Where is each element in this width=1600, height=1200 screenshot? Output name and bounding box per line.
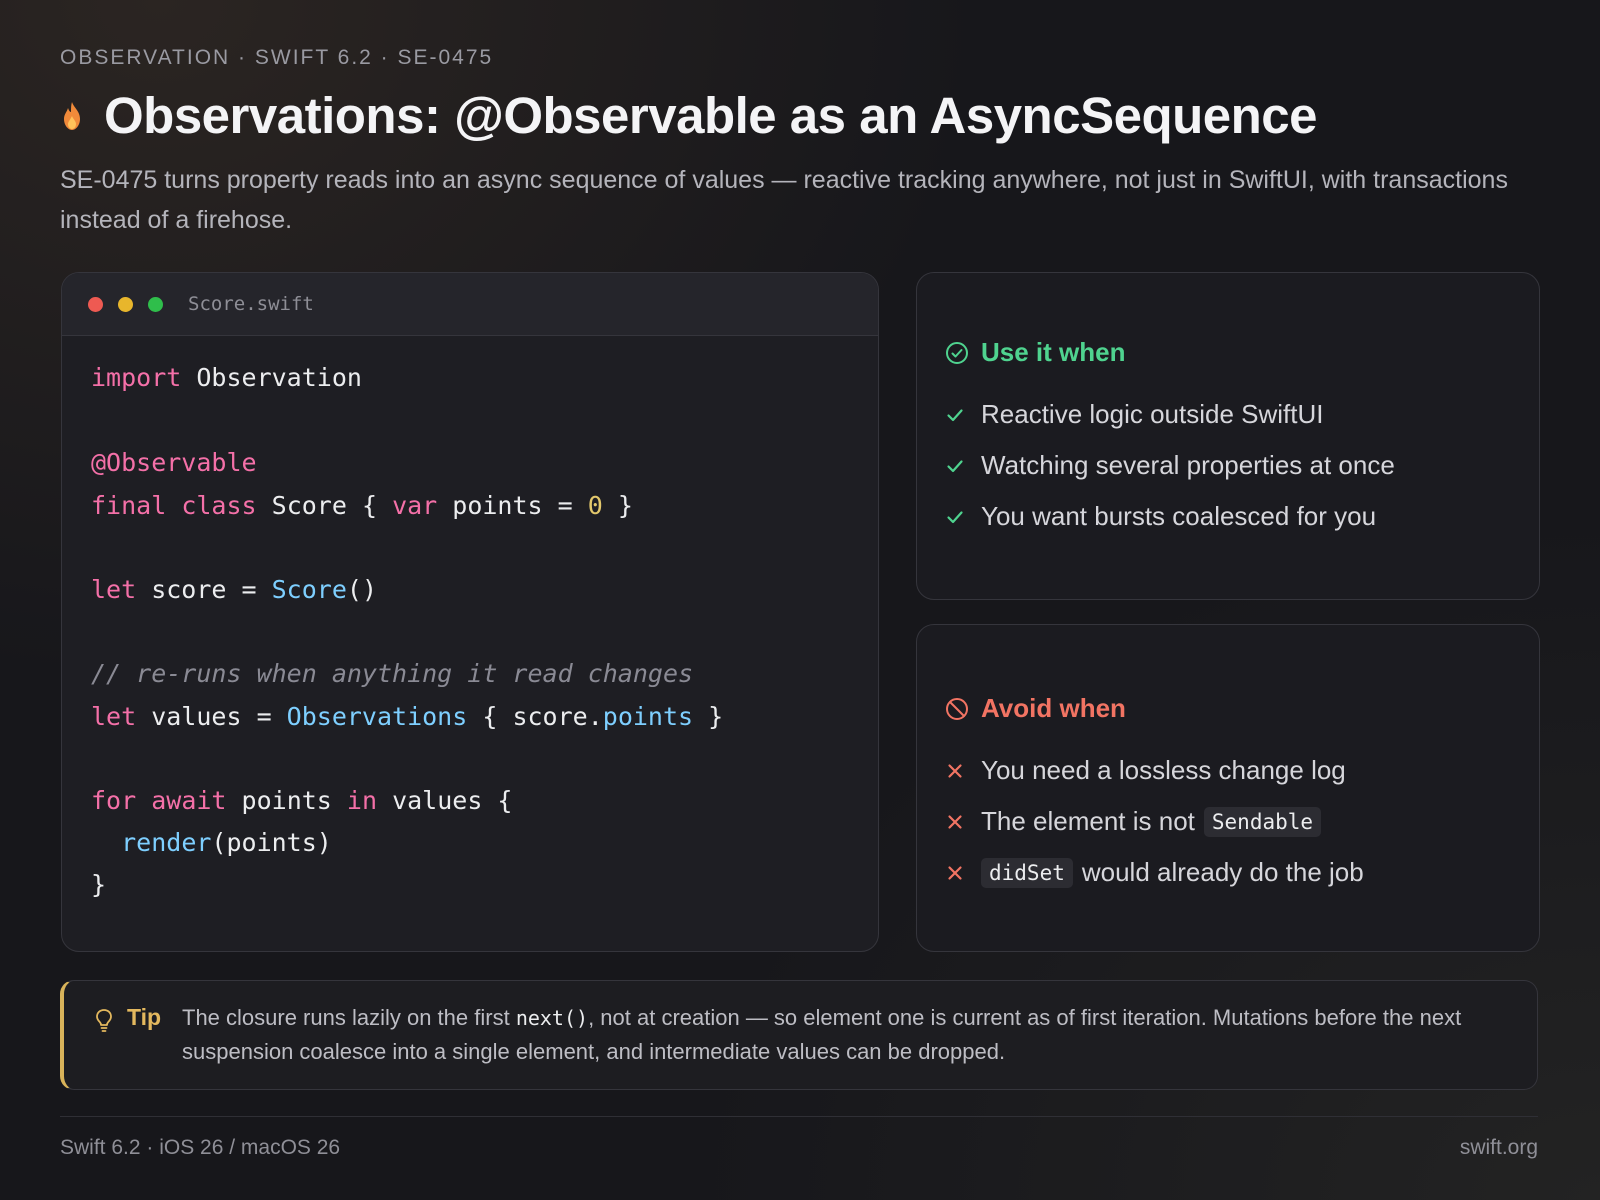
footer-link-swift-org[interactable]: swift.org xyxy=(1460,1136,1538,1160)
use-list-item: Watching several properties at once xyxy=(945,440,1395,491)
footer-divider xyxy=(60,1116,1538,1117)
code-token: for xyxy=(91,786,137,815)
check-icon xyxy=(947,459,963,472)
inline-code-next: next() xyxy=(515,1006,589,1030)
inline-code-didset: didSet xyxy=(981,857,1073,888)
use-panel-title: Use it when xyxy=(981,337,1126,367)
code-token: Observations xyxy=(286,702,468,731)
footer-platforms: Swift 6.2 · iOS 26 / macOS 26 xyxy=(60,1136,341,1159)
tip-label: Tip xyxy=(127,1004,162,1030)
code-window: Score.swift import Observation @Observab… xyxy=(61,272,879,952)
code-token: } xyxy=(693,702,724,731)
code-token: points xyxy=(226,786,347,815)
window-zoom-dot[interactable] xyxy=(148,296,163,312)
code-token: @Observable xyxy=(91,448,257,477)
code-line: // re-runs when anything it read changes xyxy=(91,659,693,688)
code-token: Observation xyxy=(181,363,362,392)
lightbulb-icon xyxy=(96,1009,112,1032)
code-token: let xyxy=(91,702,137,731)
code-token: (points) xyxy=(211,828,332,857)
code-token: points xyxy=(602,702,694,731)
use-list-item: Reactive logic outside SwiftUI xyxy=(945,389,1395,440)
code-line: let score = Score() xyxy=(91,575,377,604)
avoid-item-text: The element is not xyxy=(981,806,1195,836)
avoid-item-text: You need a lossless change log xyxy=(981,755,1346,785)
code-token: var xyxy=(392,491,438,520)
cross-icon xyxy=(948,865,962,880)
code-window-titlebar: Score.swift xyxy=(62,273,878,336)
avoid-when-panel: Avoid when You need a lossless change lo… xyxy=(916,624,1540,952)
code-token: values = xyxy=(136,702,287,731)
title-row: Observations: @Observable as an AsyncSeq… xyxy=(60,86,1318,145)
code-token: await xyxy=(151,786,227,815)
code-token: // re-runs when anything it read changes xyxy=(91,659,694,688)
use-item-text: Reactive logic outside SwiftUI xyxy=(981,399,1324,429)
use-panel-heading: Use it when xyxy=(945,337,1125,368)
code-token: { score. xyxy=(467,702,603,731)
check-circle-icon xyxy=(946,341,968,364)
use-item-text: You want bursts coalesced for you xyxy=(981,501,1377,531)
code-filename: Score.swift xyxy=(188,293,314,315)
use-it-when-panel: Use it when Reactive logic outside Swift… xyxy=(916,272,1540,600)
code-token: 0 xyxy=(587,491,603,520)
code-token: } xyxy=(91,870,107,899)
code-line: render(points) xyxy=(91,828,332,857)
code-token: points = xyxy=(437,491,588,520)
code-token: Score { xyxy=(256,491,393,520)
prohibited-icon xyxy=(946,697,968,720)
code-line: for await points in values { xyxy=(91,786,512,815)
check-icon xyxy=(947,408,963,421)
inline-code-sendable: Sendable xyxy=(1203,806,1322,837)
cross-icon xyxy=(948,763,962,778)
avoid-list: You need a lossless change log The eleme… xyxy=(945,745,1364,898)
flame-icon xyxy=(64,101,80,130)
tip-callout: Tip The closure runs lazily on the first… xyxy=(60,980,1538,1090)
page-subtitle: SE-0475 turns property reads into an asy… xyxy=(60,166,1508,234)
avoid-list-item: You need a lossless change log xyxy=(945,745,1364,796)
use-item-text: Watching several properties at once xyxy=(981,450,1395,480)
code-line: let values = Observations { score.points… xyxy=(91,702,723,731)
avoid-panel-heading: Avoid when xyxy=(945,693,1126,724)
code-token: render xyxy=(121,828,212,857)
window-minimize-dot[interactable] xyxy=(118,296,133,312)
use-list-item: You want bursts coalesced for you xyxy=(945,491,1395,542)
tip-text: The closure runs lazily on the first nex… xyxy=(182,1005,1462,1064)
avoid-item-text: would already do the job xyxy=(1081,857,1364,887)
code-token: Score xyxy=(271,575,347,604)
code-token: final xyxy=(91,491,167,520)
page-title: Observations: @Observable as an AsyncSeq… xyxy=(104,87,1318,144)
code-token: } xyxy=(602,491,633,520)
avoid-list-item: The element is not Sendable xyxy=(945,796,1364,847)
code-token: () xyxy=(346,575,377,604)
cross-icon xyxy=(948,814,962,829)
code-line: @Observable xyxy=(91,448,257,477)
code-token: class xyxy=(181,491,257,520)
code-token: in xyxy=(346,786,378,815)
code-token: values { xyxy=(377,786,513,815)
code-line: final class Score { var points = 0 } xyxy=(91,491,633,520)
code-token: score = xyxy=(136,575,272,604)
avoid-panel-title: Avoid when xyxy=(981,693,1126,723)
eyebrow-label: OBSERVATION · SWIFT 6.2 · SE-0475 xyxy=(60,46,494,69)
window-close-dot[interactable] xyxy=(88,296,103,312)
avoid-list-item: didSet would already do the job xyxy=(945,847,1364,898)
code-line: } xyxy=(91,870,106,899)
use-list: Reactive logic outside SwiftUI Watching … xyxy=(945,389,1395,542)
code-token: let xyxy=(91,575,137,604)
code-token: import xyxy=(91,363,182,392)
code-line: import Observation xyxy=(91,363,362,392)
check-icon xyxy=(947,510,963,523)
